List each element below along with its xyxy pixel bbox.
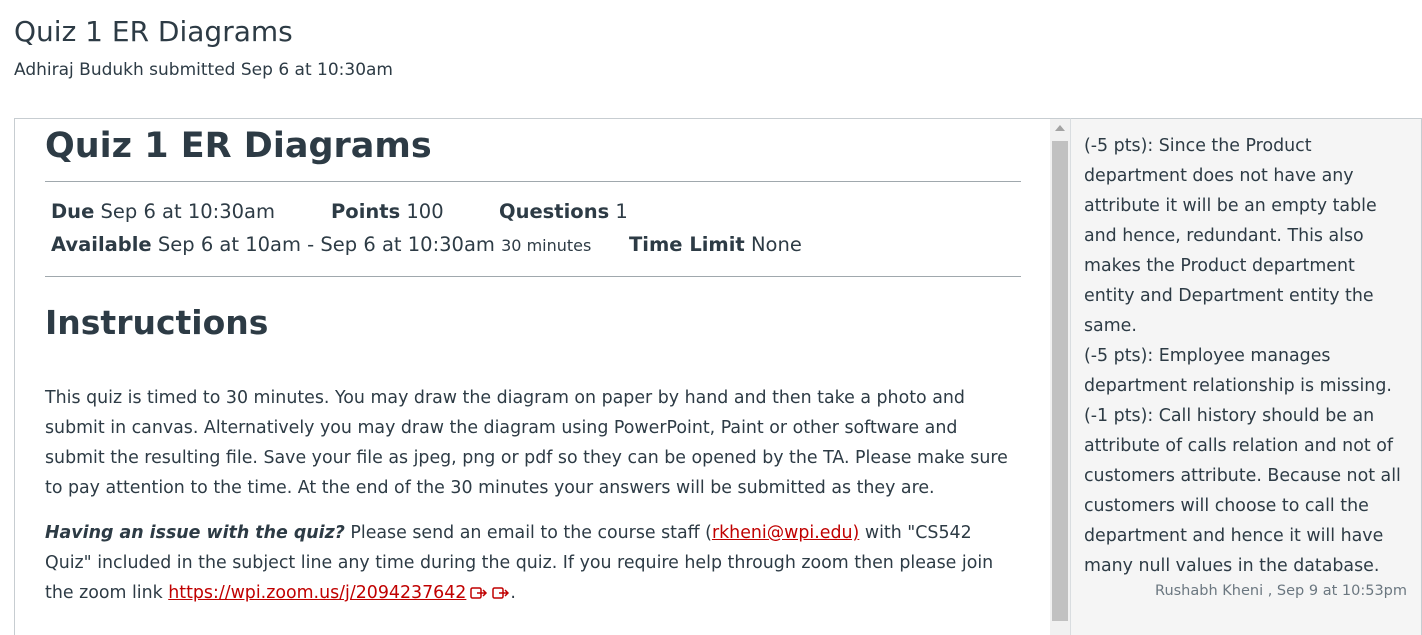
available-item: Available Sep 6 at 10am - Sep 6 at 10:30… [51, 228, 629, 262]
page-title: Quiz 1 ER Diagrams [14, 15, 293, 48]
time-limit-label: Time Limit [629, 233, 745, 256]
quiz-title: Quiz 1 ER Diagrams [45, 126, 432, 166]
grader-comment: (-5 pts): Since the Product department d… [1084, 136, 1401, 576]
instructions-heading: Instructions [45, 303, 269, 342]
external-link-icon[interactable] [492, 580, 510, 610]
quiz-details-row-2: Available Sep 6 at 10am - Sep 6 at 10:30… [51, 228, 1021, 262]
sentence-end: . [510, 583, 516, 603]
page-header: Quiz 1 ER Diagrams Adhiraj Budukh submit… [14, 14, 393, 80]
time-limit-item: Time Limit None [629, 228, 802, 261]
points-item: Points 100 [331, 195, 499, 228]
available-label: Available [51, 233, 152, 256]
points-value: 100 [406, 200, 444, 223]
issue-text: Please send an email to the course staff… [344, 523, 712, 543]
scroll-up-arrow-icon[interactable] [1055, 125, 1065, 131]
external-link-icon[interactable] [470, 580, 488, 610]
quiz-content: Quiz 1 ER Diagrams Due Sep 6 at 10:30am … [45, 119, 1021, 610]
due-label: Due [51, 200, 95, 223]
zoom-link[interactable]: https://wpi.zoom.us/j/2094237642 [168, 583, 466, 603]
issue-lead: Having an issue with the quiz? [45, 523, 345, 543]
due-item: Due Sep 6 at 10:30am [51, 195, 331, 228]
available-value: Sep 6 at 10am - Sep 6 at 10:30am [157, 233, 495, 256]
quiz-frame[interactable]: Quiz 1 ER Diagrams Due Sep 6 at 10:30am … [14, 118, 1070, 635]
quiz-details: Due Sep 6 at 10:30am Points 100 Question… [45, 182, 1021, 276]
instructions-paragraph: This quiz is timed to 30 minutes. You ma… [45, 388, 1008, 498]
grader-comment-panel: (-5 pts): Since the Product department d… [1070, 118, 1422, 635]
submission-info: Adhiraj Budukh submitted Sep 6 at 10:30a… [14, 60, 393, 80]
email-link[interactable]: rkheni@wpi.edu) [712, 523, 859, 543]
quiz-details-row-1: Due Sep 6 at 10:30am Points 100 Question… [51, 195, 1021, 228]
scroll-thumb[interactable] [1052, 141, 1068, 621]
comment-author: Rushabh Kheni , Sep 9 at 10:53pm [1155, 583, 1407, 599]
questions-item: Questions 1 [499, 195, 628, 228]
available-duration: 30 minutes [501, 236, 592, 255]
due-value: Sep 6 at 10:30am [100, 200, 276, 223]
points-label: Points [331, 200, 401, 223]
questions-value: 1 [615, 200, 628, 223]
questions-label: Questions [499, 200, 610, 223]
divider [45, 276, 1021, 277]
vertical-scrollbar[interactable] [1050, 119, 1070, 635]
time-limit-value: None [750, 233, 802, 256]
support-paragraph: Having an issue with the quiz? Please se… [45, 518, 1021, 610]
